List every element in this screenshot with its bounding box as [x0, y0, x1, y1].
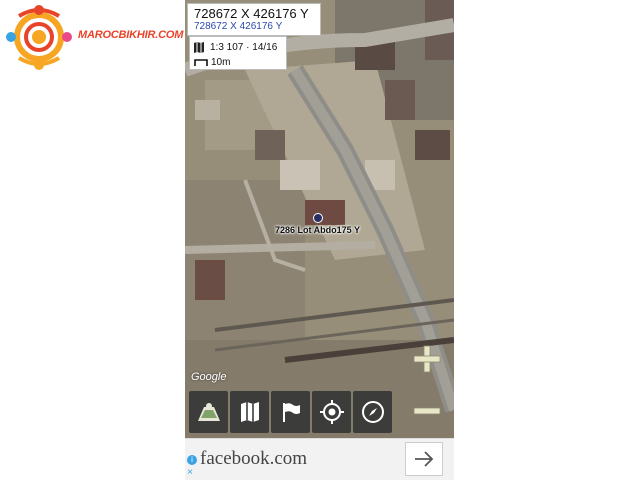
scale-panel: 1:3 107 · 14/16 10m — [189, 36, 287, 70]
map-button[interactable] — [230, 391, 269, 433]
scale-zoom-text: 1:3 107 · 14/16 — [210, 41, 278, 53]
map-toolbar — [189, 391, 392, 433]
flag-icon — [282, 403, 300, 422]
flag-button[interactable] — [271, 391, 310, 433]
marker-label: 7286 Lot Abdo175 Y — [275, 225, 361, 235]
location-marker[interactable] — [313, 213, 323, 223]
coordinates-panel[interactable]: 728672 X 426176 Y 728672 X 426176 Y — [187, 3, 321, 36]
minus-icon — [413, 407, 441, 415]
locate-button[interactable] — [312, 391, 351, 433]
coordinates-secondary: 728672 X 426176 Y — [194, 21, 283, 32]
map-layers-icon — [197, 403, 220, 421]
crosshair-icon — [319, 400, 344, 424]
arrow-right-icon — [415, 451, 434, 467]
map-icon — [240, 402, 259, 422]
ad-close-icon[interactable]: × — [187, 468, 193, 478]
zoom-in-button[interactable] — [409, 341, 445, 377]
layers-button[interactable] — [189, 391, 228, 433]
plus-icon — [413, 345, 441, 373]
scale-bar-icon — [194, 59, 208, 66]
zoom-out-button[interactable] — [409, 393, 445, 429]
ad-open-button[interactable] — [405, 442, 443, 476]
scale-distance-text: 10m — [211, 56, 231, 68]
map-small-icon — [194, 41, 204, 53]
logo-text: MAROCBIKHIR.COM — [78, 29, 184, 41]
ad-banner[interactable]: i × facebook.com — [185, 438, 454, 480]
ad-text[interactable]: facebook.com — [200, 448, 307, 470]
google-attribution: Google — [191, 371, 227, 383]
logo-mark-icon — [6, 5, 72, 70]
site-logo: MAROCBIKHIR.COM — [2, 2, 192, 72]
coordinates-primary: 728672 X 426176 Y — [194, 6, 309, 21]
compass-icon — [361, 401, 384, 423]
compass-button[interactable] — [353, 391, 392, 433]
phone-screen: 728672 X 426176 Y 728672 X 426176 Y 1:3 … — [185, 0, 454, 480]
ad-info-icon[interactable]: i — [187, 455, 197, 465]
